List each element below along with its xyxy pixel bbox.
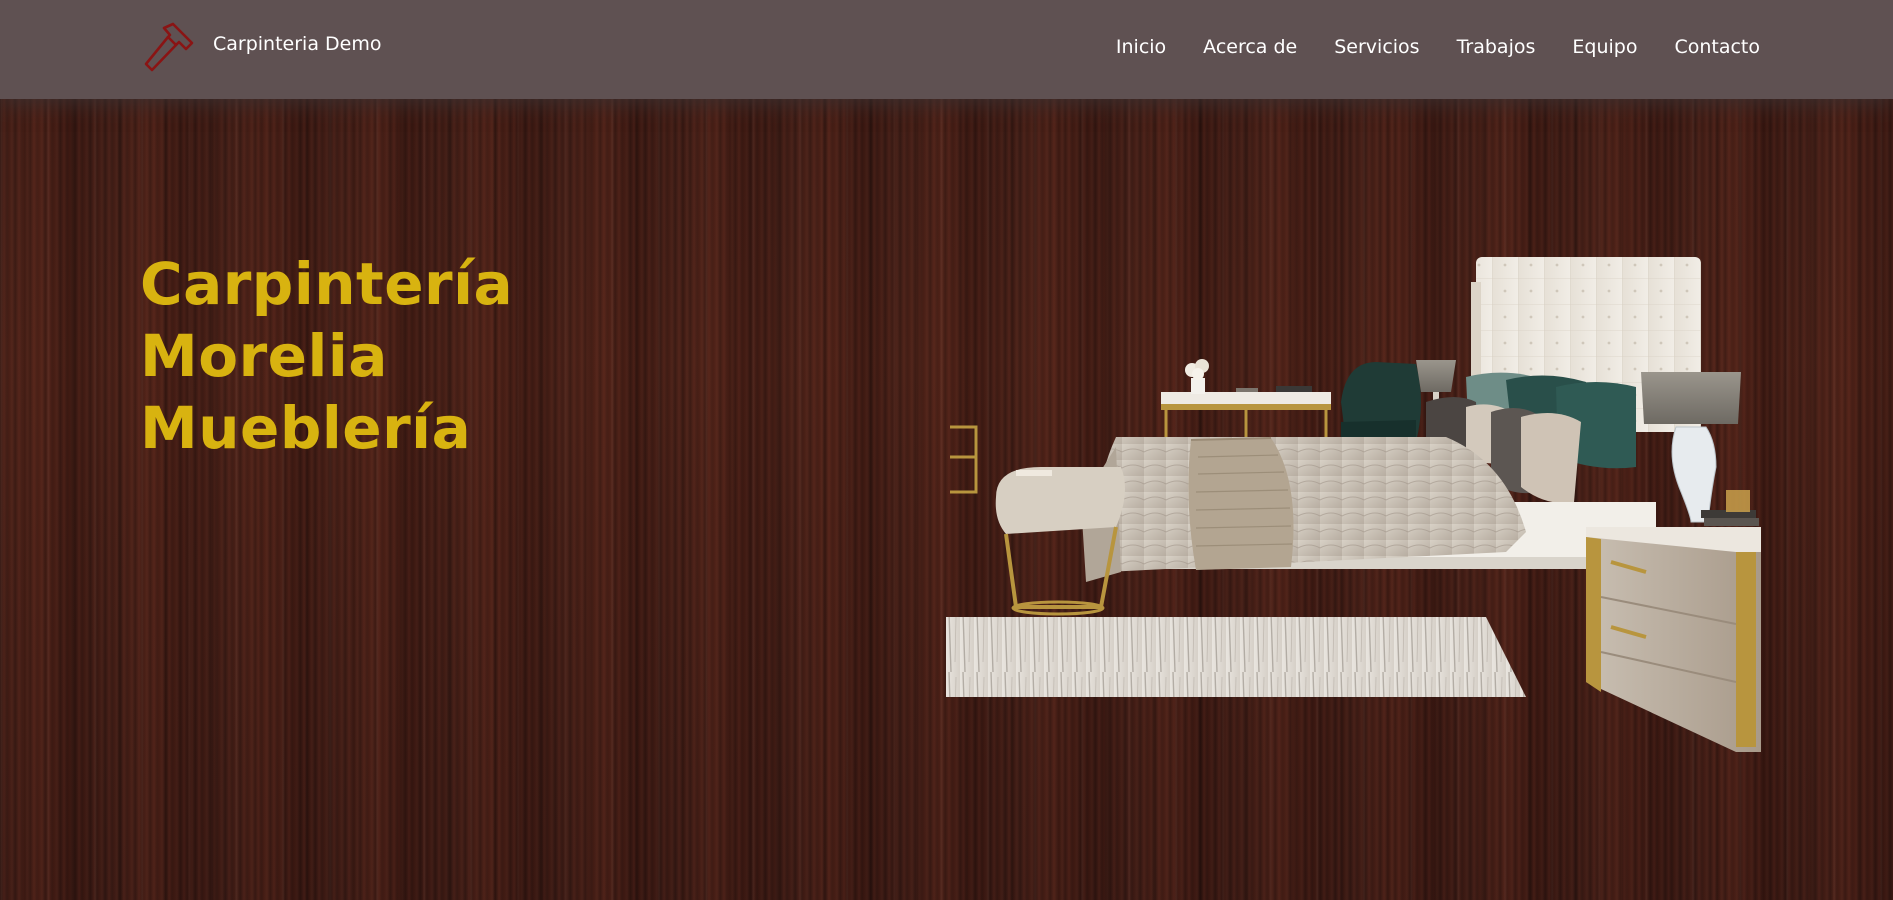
nav-item-inicio[interactable]: Inicio bbox=[1116, 36, 1166, 58]
nav-item-equipo[interactable]: Equipo bbox=[1572, 36, 1637, 58]
nav-item-contacto[interactable]: Contacto bbox=[1674, 36, 1760, 58]
nav-item-servicios[interactable]: Servicios bbox=[1334, 36, 1419, 58]
nav-item-acerca-de[interactable]: Acerca de bbox=[1203, 36, 1297, 58]
brand-link[interactable]: Carpinteria Demo bbox=[142, 20, 381, 78]
brand-name: Carpinteria Demo bbox=[213, 33, 382, 55]
nav-item-trabajos[interactable]: Trabajos bbox=[1457, 36, 1536, 58]
hero-title-line-1: Carpintería bbox=[140, 250, 514, 318]
hero-title-line-3: Mueblería bbox=[140, 394, 472, 462]
main-nav: Inicio Acerca de Servicios Trabajos Equi… bbox=[1079, 36, 1760, 58]
hammer-icon bbox=[144, 22, 194, 72]
hero-title-line-2: Morelia bbox=[140, 322, 388, 390]
page: Carpinteria Demo Inicio Acerca de Servic… bbox=[0, 0, 1893, 900]
navbar: Carpinteria Demo Inicio Acerca de Servic… bbox=[0, 0, 1893, 99]
bedroom-furniture-image bbox=[946, 257, 1761, 752]
hero-title: Carpintería Morelia Mueblería bbox=[140, 248, 513, 464]
